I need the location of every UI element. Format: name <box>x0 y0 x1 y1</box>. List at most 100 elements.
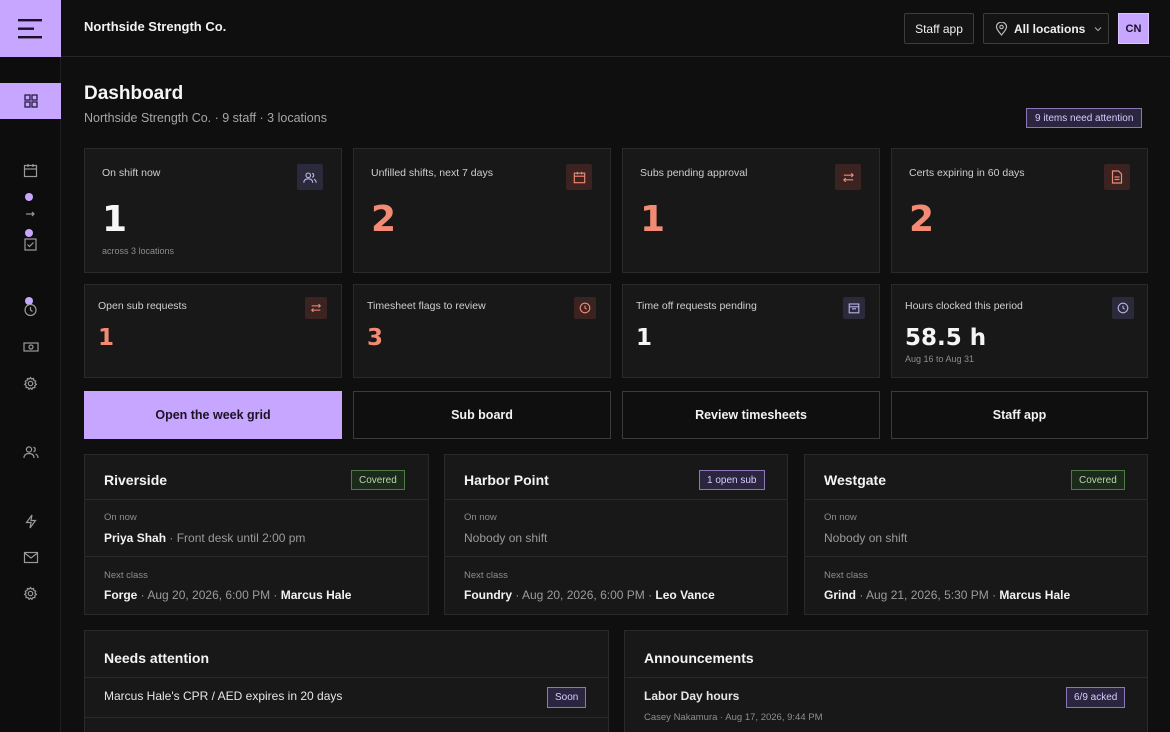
staff-app-button[interactable]: Staff app <box>904 13 974 44</box>
sub-board-button[interactable]: Sub board <box>353 391 611 439</box>
location-card-westgate[interactable]: Westgate Covered On now Nobody on shift … <box>804 454 1148 615</box>
instructor-name[interactable]: Leo Vance <box>655 588 714 602</box>
location-card-header: Westgate Covered <box>805 455 1147 500</box>
stat-value: 2 <box>909 199 935 240</box>
menu-button[interactable] <box>0 0 61 57</box>
divider <box>85 717 608 718</box>
next-class-value: Forge · Aug 20, 2026, 6:00 PM · Marcus H… <box>104 588 351 602</box>
clock-icon <box>574 297 596 319</box>
class-name[interactable]: Forge <box>104 588 137 602</box>
sidebar-item-admin-settings[interactable] <box>0 575 61 611</box>
location-pin-icon <box>995 21 1008 36</box>
next-class-value: Foundry · Aug 20, 2026, 6:00 PM · Leo Va… <box>464 588 715 602</box>
class-time: · Aug 20, 2026, 6:00 PM · <box>137 588 281 602</box>
announcement-title[interactable]: Labor Day hours <box>644 689 739 703</box>
location-card-header: Harbor Point 1 open sub <box>445 455 787 500</box>
stat-card-on-shift[interactable]: On shift now 1 across 3 locations <box>84 148 342 273</box>
calendar-icon <box>566 164 592 190</box>
on-now-value: Priya Shah · Front desk until 2:00 pm <box>104 531 305 545</box>
status-badge: 1 open sub <box>699 470 765 490</box>
stat-card-timesheet-flags[interactable]: Timesheet flags to review 3 <box>353 284 611 378</box>
class-name[interactable]: Grind <box>824 588 856 602</box>
location-name: Riverside <box>104 472 168 488</box>
instructor-name[interactable]: Marcus Hale <box>999 588 1070 602</box>
grid-icon <box>23 94 38 108</box>
sidebar-item-schedule[interactable] <box>0 152 61 188</box>
stat-label: Timesheet flags to review <box>367 300 486 312</box>
sidebar-item-payroll[interactable] <box>0 329 61 365</box>
on-now-label: On now <box>464 512 497 523</box>
stat-card-hours-clocked[interactable]: Hours clocked this period 58.5 h Aug 16 … <box>891 284 1148 378</box>
class-name[interactable]: Foundry <box>464 588 512 602</box>
user-avatar[interactable]: CN <box>1118 13 1149 44</box>
stat-value: 2 <box>371 199 397 240</box>
review-timesheets-button[interactable]: Review timesheets <box>622 391 880 439</box>
location-selector-label: All locations <box>1014 21 1086 36</box>
on-now-label: On now <box>824 512 857 523</box>
sidebar-item-automations[interactable] <box>0 503 61 539</box>
stat-label: On shift now <box>102 167 161 179</box>
org-name: Northside Strength Co. <box>84 19 227 34</box>
location-card-riverside[interactable]: Riverside Covered On now Priya Shah · Fr… <box>84 454 429 615</box>
stat-card-certs-expiring[interactable]: Certs expiring in 60 days 2 <box>891 148 1148 273</box>
location-selector[interactable]: All locations <box>983 13 1109 44</box>
swap-icon <box>305 297 327 319</box>
stat-label: Subs pending approval <box>640 167 748 179</box>
open-week-grid-button[interactable]: Open the week grid <box>84 391 342 439</box>
location-name: Harbor Point <box>464 472 549 488</box>
chevron-down-icon <box>1094 26 1102 32</box>
menu-icon <box>17 18 42 38</box>
sidebar-item-timesheets[interactable] <box>0 225 61 261</box>
top-bar: Northside Strength Co. Staff app All loc… <box>0 0 1170 57</box>
on-now-section: On now Nobody on shift <box>805 500 1147 557</box>
attention-item-tag: Soon <box>547 687 587 708</box>
announcement-ack-badge: 6/9 acked <box>1066 687 1126 708</box>
stat-value: 1 <box>102 199 128 240</box>
page-title: Dashboard <box>84 83 184 104</box>
gear-icon <box>23 585 38 600</box>
sidebar <box>0 57 61 732</box>
swap-icon <box>26 211 35 216</box>
location-card-harbor-point[interactable]: Harbor Point 1 open sub On now Nobody on… <box>444 454 788 615</box>
stat-label: Unfilled shifts, next 7 days <box>371 167 493 179</box>
stat-card-open-sub-requests[interactable]: Open sub requests 1 <box>84 284 342 378</box>
on-now-label: On now <box>104 512 137 523</box>
stat-label: Hours clocked this period <box>905 300 1023 312</box>
sidebar-item-settings[interactable] <box>0 365 61 401</box>
on-now-section: On now Priya Shah · Front desk until 2:0… <box>85 500 428 557</box>
next-class-label: Next class <box>824 570 868 581</box>
sidebar-item-subs[interactable] <box>0 193 61 229</box>
stat-label: Time off requests pending <box>636 300 757 312</box>
document-icon <box>1104 164 1130 190</box>
stat-note: across 3 locations <box>102 246 175 256</box>
sidebar-item-dashboard[interactable] <box>0 83 61 119</box>
stat-value: 1 <box>636 325 653 351</box>
stat-card-time-off-pending[interactable]: Time off requests pending 1 <box>622 284 880 378</box>
attention-badge[interactable]: 9 items need attention <box>1026 108 1143 128</box>
on-now-section: On now Nobody on shift <box>445 500 787 557</box>
instructor-name[interactable]: Marcus Hale <box>281 588 352 602</box>
stat-card-unfilled-shifts[interactable]: Unfilled shifts, next 7 days 2 <box>353 148 611 273</box>
next-class-label: Next class <box>464 570 508 581</box>
staff-app-action-button[interactable]: Staff app <box>891 391 1148 439</box>
gear-icon <box>23 375 38 390</box>
staff-name[interactable]: Priya Shah <box>104 531 166 545</box>
bolt-icon <box>24 514 37 528</box>
status-badge: Covered <box>1071 470 1125 490</box>
on-now-value: Nobody on shift <box>464 531 547 545</box>
needs-attention-panel: Needs attention Marcus Hale's CPR / AED … <box>84 630 609 732</box>
sidebar-item-time-off[interactable] <box>0 291 61 327</box>
stat-value: 58.5 h <box>905 325 987 351</box>
on-now-value: Nobody on shift <box>824 531 907 545</box>
location-name: Westgate <box>824 472 886 488</box>
attention-item-text[interactable]: Marcus Hale's CPR / AED expires in 20 da… <box>104 689 342 703</box>
location-card-header: Riverside Covered <box>85 455 428 500</box>
stat-label: Open sub requests <box>98 300 187 312</box>
panel-title: Announcements <box>644 650 754 666</box>
sidebar-item-messages[interactable] <box>0 539 61 575</box>
sidebar-item-staff[interactable] <box>0 434 61 470</box>
panel-title: Needs attention <box>104 650 210 666</box>
calendar-icon <box>23 163 38 177</box>
stat-card-subs-pending[interactable]: Subs pending approval 1 <box>622 148 880 273</box>
on-now-detail: · Front desk until 2:00 pm <box>166 531 306 545</box>
